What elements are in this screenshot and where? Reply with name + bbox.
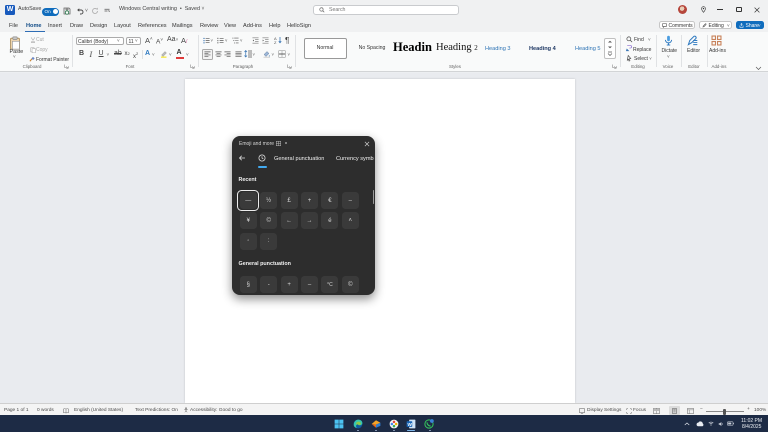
svg-text:W: W <box>407 421 412 426</box>
